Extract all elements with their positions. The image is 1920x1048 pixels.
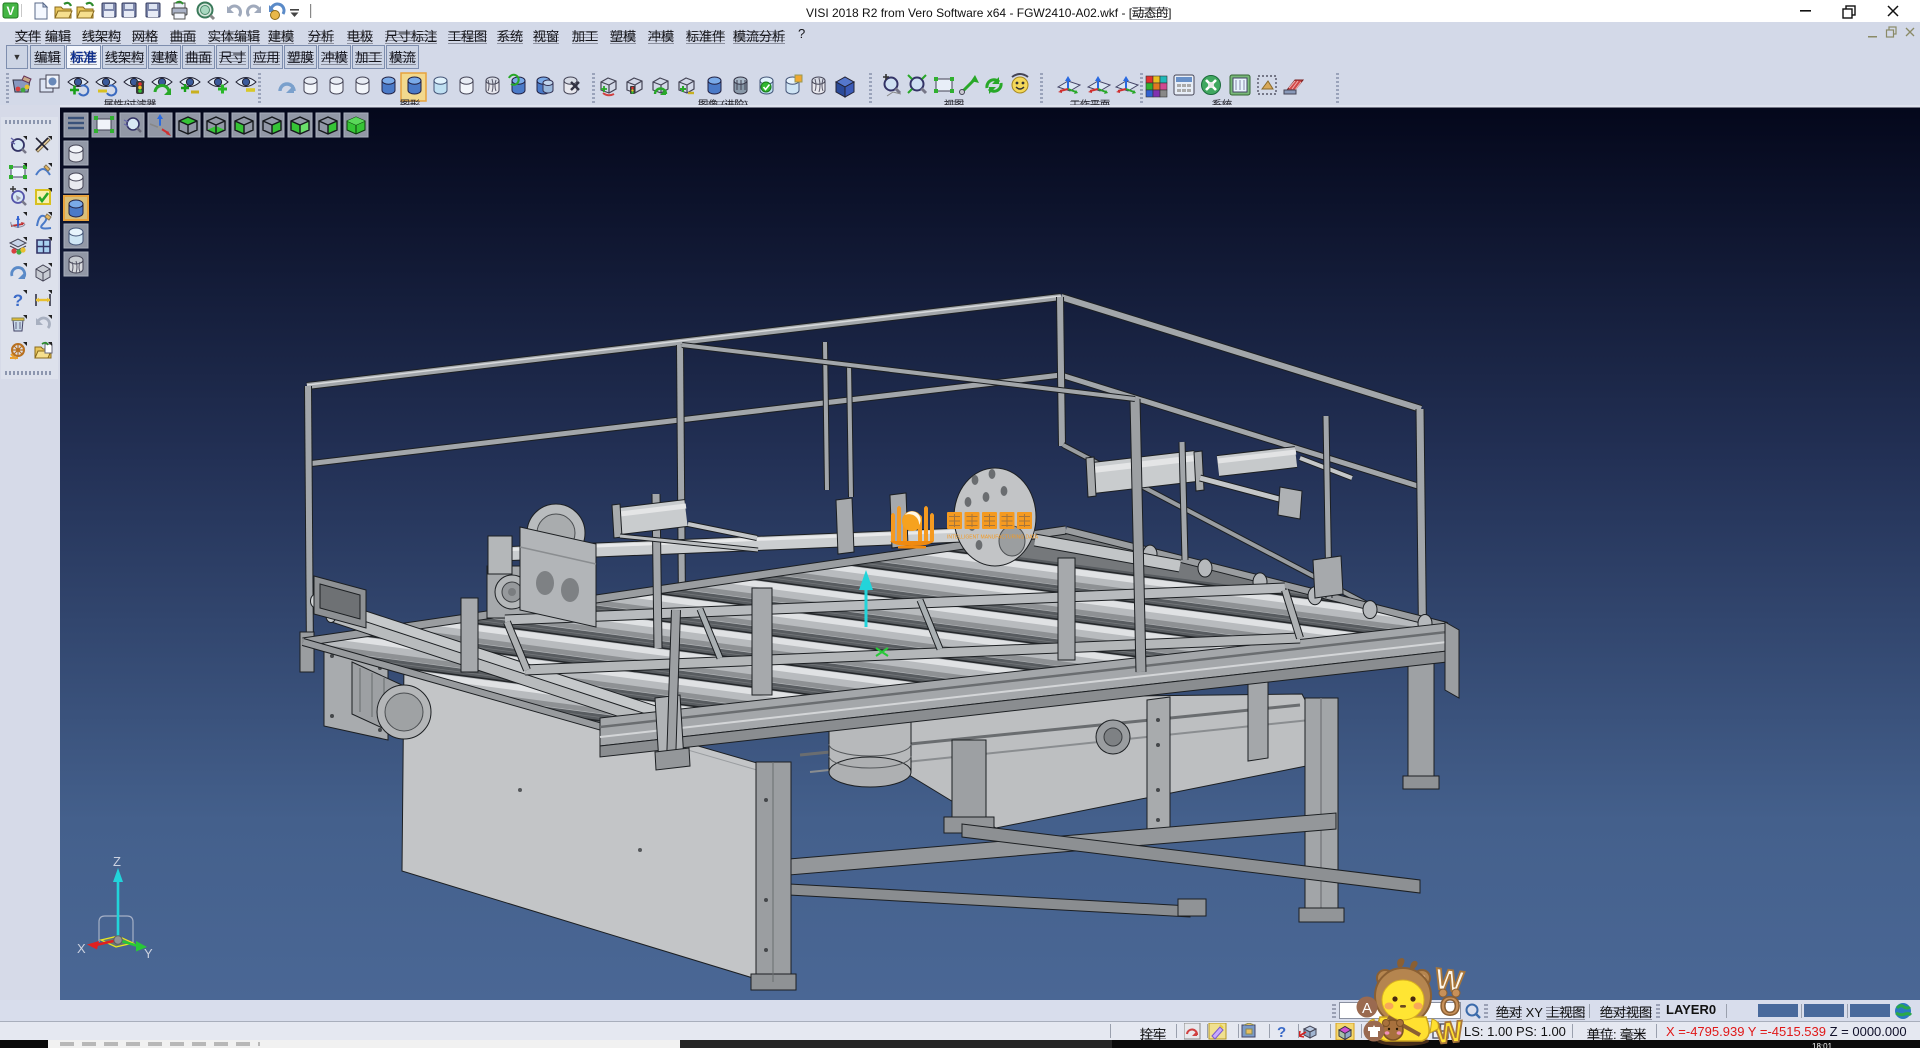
svg-text:Y: Y xyxy=(144,946,153,961)
svg-text:?: ? xyxy=(1277,1024,1286,1040)
svg-text:W: W xyxy=(1433,1015,1465,1048)
svg-text:A: A xyxy=(1362,1000,1372,1017)
svg-text:V: V xyxy=(6,4,14,18)
svg-text:INTELLIGENT MANUFACTURING DATA: INTELLIGENT MANUFACTURING DATA xyxy=(947,535,1039,541)
svg-text:?: ? xyxy=(13,291,23,310)
svg-text:Z: Z xyxy=(113,854,121,869)
svg-text:X: X xyxy=(77,941,86,956)
